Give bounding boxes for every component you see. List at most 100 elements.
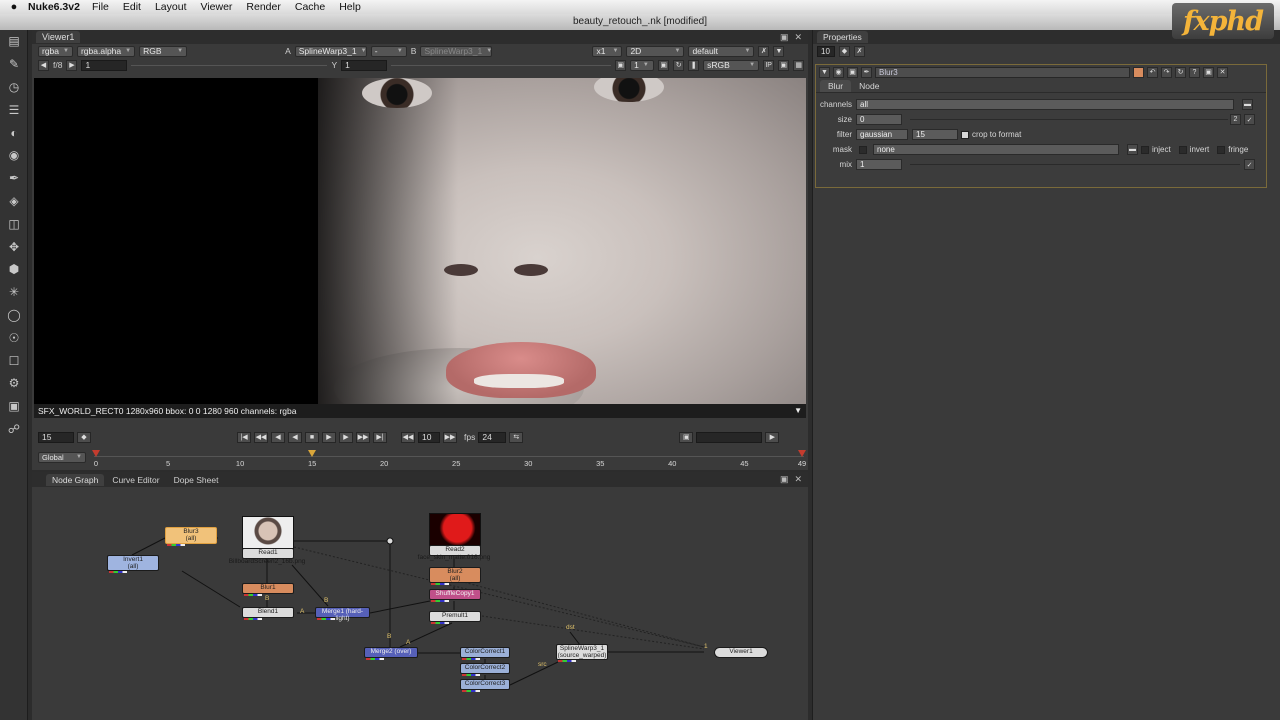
menu-layout[interactable]: Layout	[155, 1, 187, 13]
transform-icon[interactable]: ✥	[0, 235, 28, 258]
flipbook-field[interactable]	[696, 431, 763, 443]
colorspace-dropdown[interactable]: sRGB ▼	[703, 59, 760, 71]
last-frame-marker[interactable]	[798, 450, 806, 457]
mask-link-icon[interactable]: ▬	[1127, 144, 1138, 155]
lock-panels-icon[interactable]: ◆	[839, 45, 850, 57]
particle-icon[interactable]: ✳	[0, 281, 28, 304]
next-keyframe-icon[interactable]: ▶▶	[356, 431, 370, 443]
float-panel-icon[interactable]: ▣	[780, 32, 789, 43]
help-dropper-icon[interactable]: ✒	[861, 66, 872, 78]
mix-field[interactable]: 1	[856, 159, 902, 170]
crop-to-format-checkbox[interactable]	[961, 130, 969, 139]
menu-viewer[interactable]: Viewer	[201, 1, 233, 13]
close-graph-icon[interactable]: ✕	[794, 474, 802, 485]
3d-icon[interactable]: ⬢	[0, 258, 28, 281]
other-icon[interactable]: ▣	[0, 395, 28, 418]
lock-icon[interactable]: ◆	[77, 431, 91, 443]
viewer-icon[interactable]: ▤	[0, 30, 28, 53]
close-node-panel-icon[interactable]: ✕	[1217, 66, 1228, 78]
collapse-icon[interactable]: ▼	[819, 66, 830, 78]
node-blur3[interactable]: Blur3 (all)	[165, 527, 217, 546]
node-invert1[interactable]: Invert1 (all)	[107, 555, 159, 573]
wipe-op-dropdown[interactable]: - ▼	[370, 45, 407, 57]
menu-render[interactable]: Render	[246, 1, 280, 13]
viewer-image[interactable]	[34, 78, 806, 404]
help-icon[interactable]: ?	[1189, 66, 1200, 78]
size-field[interactable]: 0	[856, 114, 902, 125]
merge-icon[interactable]: ◫	[0, 212, 28, 235]
gamma-field[interactable]: 1	[341, 59, 388, 71]
filter-quality-field[interactable]: 15	[912, 129, 958, 140]
play-backward-icon[interactable]: ◀	[288, 431, 302, 443]
time-icon[interactable]: ◷	[0, 76, 28, 99]
node-colorcorrect1[interactable]: ColorCorrect1	[460, 647, 510, 660]
fringe-checkbox[interactable]	[1217, 145, 1226, 154]
channel-icon[interactable]: ☰	[0, 98, 28, 121]
node-colorcorrect3[interactable]: ColorCorrect3	[460, 679, 510, 692]
node-blend1[interactable]: Blend1	[242, 607, 294, 620]
draw-icon[interactable]: ✒	[0, 167, 28, 190]
keyer-icon[interactable]: ◈	[0, 190, 28, 213]
node-colorcorrect2[interactable]: ColorCorrect2	[460, 663, 510, 676]
center-node-icon[interactable]: ◉	[833, 66, 844, 78]
mask-checkbox[interactable]	[859, 145, 867, 154]
zoom-dropdown[interactable]: x1 ▼	[592, 45, 623, 57]
display-dropdown[interactable]: RGB ▼	[139, 45, 188, 57]
node-merge2[interactable]: Merge2 (over)	[364, 647, 418, 660]
timeline-track[interactable]	[94, 456, 804, 457]
next-frame-icon[interactable]: ▶	[339, 431, 353, 443]
node-blur1[interactable]: Blur1	[242, 583, 294, 596]
mask-overlay-icon[interactable]: ▣	[778, 59, 790, 71]
node-premult1[interactable]: Premult1	[429, 611, 481, 624]
size-slider[interactable]	[910, 119, 1228, 120]
roi-icon[interactable]: ▣	[658, 59, 670, 71]
info-expand-icon[interactable]: ▼	[794, 404, 802, 418]
undo-icon[interactable]: ↶	[1147, 66, 1158, 78]
plugin-icon[interactable]: ☍	[0, 418, 28, 441]
timeline[interactable]: Global ▼ 0 5 10 15 20 25 30 35 40 45 49	[34, 450, 806, 468]
fstop-left-icon[interactable]: ◀	[38, 59, 49, 71]
menu-edit[interactable]: Edit	[123, 1, 141, 13]
paint-icon[interactable]: ✎	[0, 53, 28, 76]
float-graph-icon[interactable]: ▣	[780, 474, 789, 485]
proxy-icon[interactable]: ▣	[615, 59, 627, 71]
size-anim-icon[interactable]: ✓	[1244, 114, 1255, 125]
filter-dropdown[interactable]: gaussian	[856, 129, 908, 140]
lut-dropdown[interactable]: default ▼	[688, 45, 755, 57]
channels-dropdown[interactable]: rgba ▼	[38, 45, 73, 57]
node-read2-thumbnail[interactable]	[429, 513, 481, 546]
step-field[interactable]: 10	[418, 431, 440, 443]
mix-anim-icon[interactable]: ✓	[1244, 159, 1255, 170]
clip-warning-icon[interactable]: ▼	[773, 45, 785, 57]
inject-checkbox[interactable]	[1141, 145, 1149, 154]
tab-blur[interactable]: Blur	[820, 79, 852, 92]
revert-icon[interactable]: ↻	[1175, 66, 1186, 78]
tab-node[interactable]: Node	[851, 80, 887, 92]
step-back-icon[interactable]: ◀◀	[401, 431, 415, 443]
redo-icon[interactable]: ↷	[1161, 66, 1172, 78]
step-forward-icon[interactable]: ▶▶	[443, 431, 457, 443]
first-frame-icon[interactable]: |◀	[237, 431, 251, 443]
node-read1-thumbnail[interactable]	[242, 516, 294, 549]
tab-viewer1[interactable]: Viewer1	[36, 31, 81, 43]
filter-icon[interactable]: ◉	[0, 144, 28, 167]
color-icon[interactable]: ◐	[0, 121, 28, 144]
stop-icon[interactable]: ■	[305, 431, 319, 443]
loop-icon[interactable]: ⇆	[509, 431, 524, 443]
flipbook-icon[interactable]: ▣	[679, 431, 694, 443]
gain-field[interactable]: 1	[81, 59, 128, 71]
fstop-value[interactable]: f/8	[53, 60, 62, 70]
current-frame-marker[interactable]	[308, 450, 317, 457]
first-frame-marker[interactable]	[92, 450, 100, 457]
float-icon[interactable]: ▣	[1203, 66, 1214, 78]
node-shufflecopy1[interactable]: ShuffleCopy1	[429, 589, 481, 602]
max-panels-field[interactable]: 10	[817, 45, 835, 57]
flipbook-go-icon[interactable]: ▶	[765, 431, 780, 443]
refresh-icon[interactable]: ↻	[673, 59, 685, 71]
size-channels-icon[interactable]: 2	[1230, 114, 1241, 125]
node-viewer1[interactable]: Viewer1	[714, 647, 768, 658]
proxy-dropdown[interactable]: 1 ▼	[630, 59, 655, 71]
toolsets-icon[interactable]: ⚙	[0, 372, 28, 395]
layer-dropdown[interactable]: rgba.alpha ▼	[76, 45, 136, 57]
prev-frame-icon[interactable]: ◀	[271, 431, 285, 443]
